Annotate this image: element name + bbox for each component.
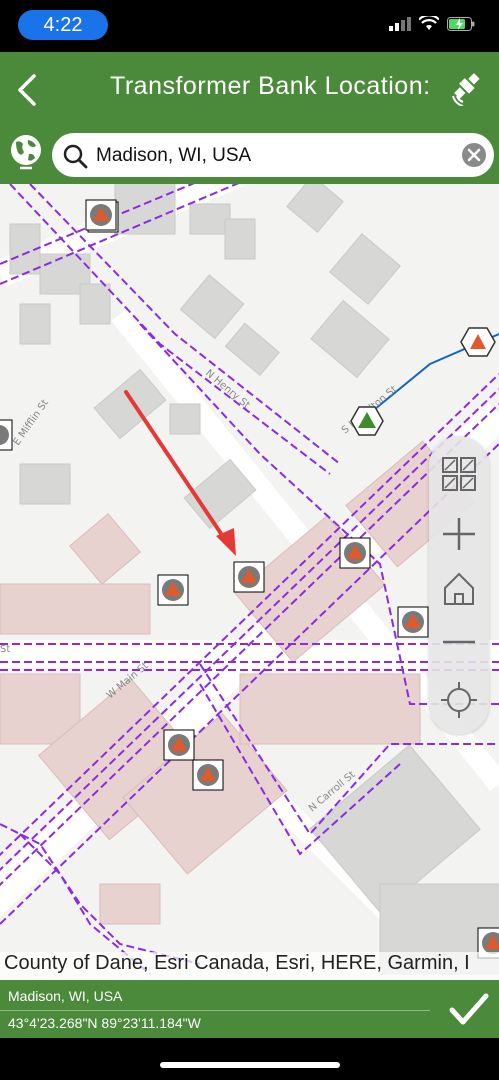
status-bar: 4:22 <box>0 0 499 52</box>
basemap-grid-icon[interactable] <box>439 454 479 494</box>
substation-hexagon-icon <box>350 406 384 436</box>
search-field-container <box>52 133 494 177</box>
app-header: Transformer Bank Location: <box>0 52 499 128</box>
transformer-marker-icon <box>192 759 224 791</box>
map-attribution: County of Dane, Esri Canada, Esri, HERE,… <box>0 952 499 980</box>
clear-search-icon[interactable] <box>462 143 486 167</box>
transformer-hexagon-icon <box>460 327 496 357</box>
zoom-in-icon[interactable] <box>439 514 479 554</box>
status-icons <box>389 16 475 31</box>
home-icon[interactable] <box>439 568 479 608</box>
search-icon <box>63 144 88 169</box>
confirm-check-icon[interactable] <box>449 992 489 1028</box>
home-indicator[interactable] <box>160 1062 340 1068</box>
battery-charging-icon <box>447 16 475 31</box>
transformer-marker-icon <box>233 561 265 593</box>
map-toolbar <box>429 436 489 734</box>
transformer-marker-icon <box>0 419 13 451</box>
wifi-icon <box>419 16 439 30</box>
back-chevron-icon[interactable] <box>12 70 44 110</box>
page-title: Transformer Bank Location: <box>110 72 431 100</box>
locate-crosshair-icon[interactable] <box>439 680 479 720</box>
transformer-marker-icon <box>163 729 195 761</box>
location-name: Madison, WI, USA <box>8 988 123 1004</box>
location-coordinates: 43°4'23.268"N 89°23'11.184"W <box>8 1015 201 1031</box>
cellular-signal-icon <box>389 16 411 31</box>
satellite-gps-icon[interactable] <box>451 70 487 106</box>
status-time: 4:22 <box>18 10 108 40</box>
map-canvas[interactable]: E Mifflin St N Henry St W Main St N Carr… <box>0 184 499 980</box>
transformer-marker-icon <box>339 537 371 569</box>
location-footer: Madison, WI, USA 43°4'23.268"N 89°23'11.… <box>0 980 499 1038</box>
zoom-out-icon[interactable] <box>439 622 479 662</box>
search-input[interactable] <box>94 139 458 173</box>
street-label: St <box>0 644 10 655</box>
transformer-marker-icon <box>397 606 429 638</box>
home-indicator-bar <box>0 1038 499 1080</box>
globe-icon[interactable] <box>6 132 46 172</box>
transformer-marker-icon <box>85 199 119 233</box>
search-bar <box>0 128 499 184</box>
map-view[interactable]: E Mifflin St N Henry St W Main St N Carr… <box>0 184 499 980</box>
footer-divider <box>0 1010 430 1011</box>
transformer-marker-icon <box>157 574 189 606</box>
